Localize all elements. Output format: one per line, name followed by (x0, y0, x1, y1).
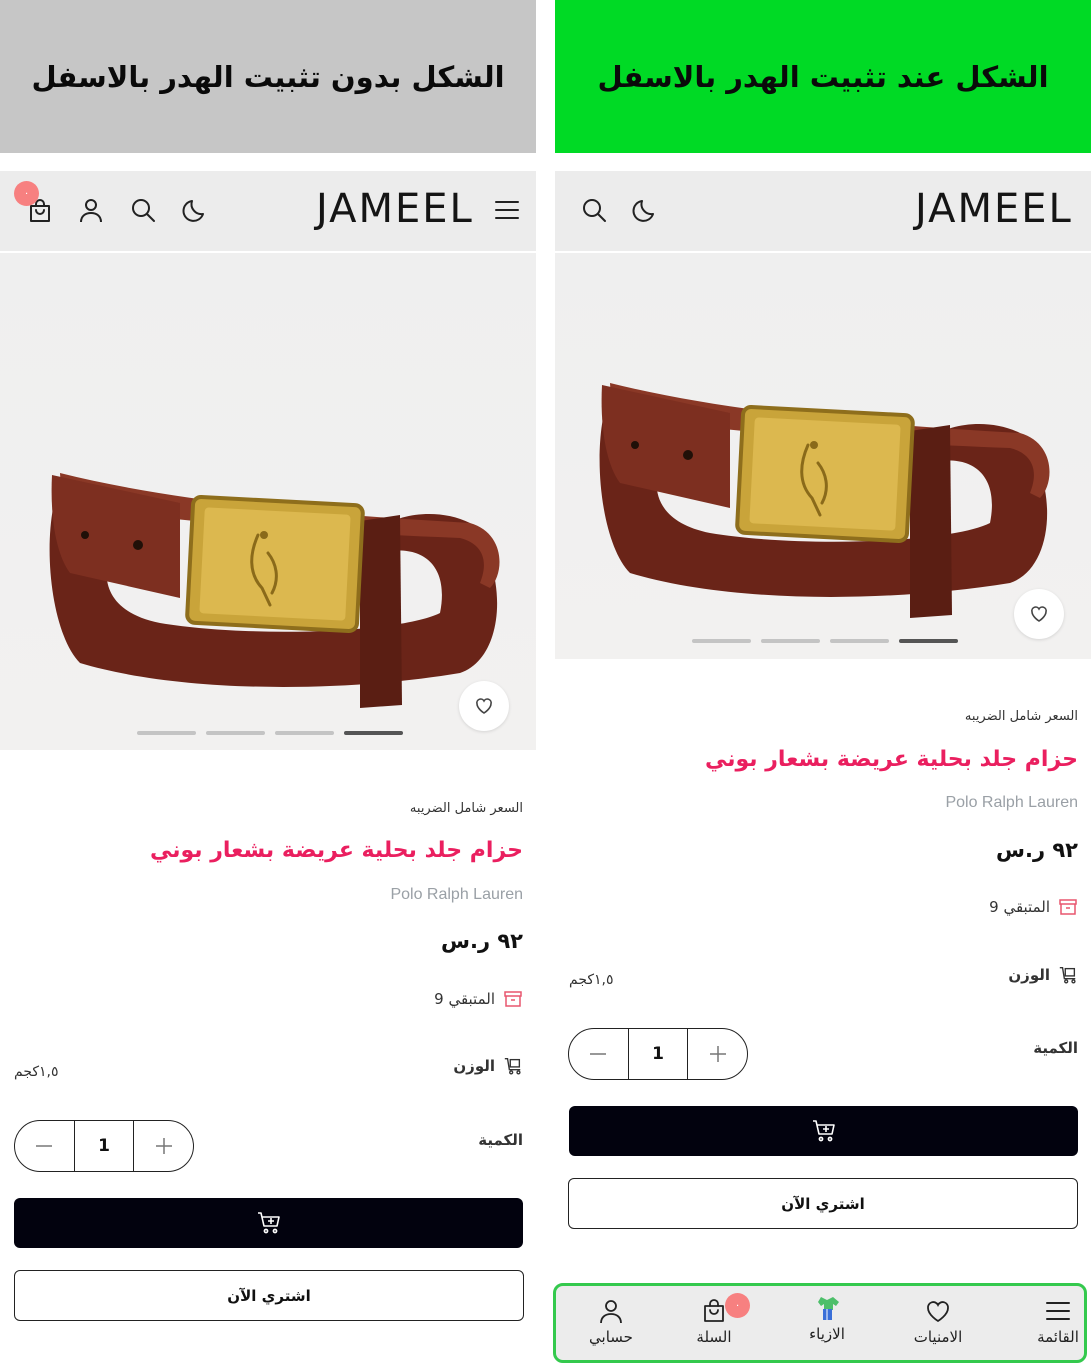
quantity-label: الكمية (478, 1131, 523, 1149)
weight-label: الوزن (453, 1057, 495, 1075)
product-page-right: JAMEEL السعر شامل الضريبه حزام جلد بحلية… (555, 171, 1091, 1364)
nav-item-wishlist[interactable]: الامنيات (893, 1286, 983, 1360)
increase-quantity-button[interactable] (688, 1029, 747, 1079)
banner-with-fixed-header: الشكل عند تثبيت الهدر بالاسفل (555, 0, 1091, 153)
dark-mode-moon-icon[interactable] (630, 195, 660, 225)
product-title: حزام جلد بحلية عريضة بشعار بوني (704, 747, 1078, 772)
gallery-pagination[interactable] (137, 731, 403, 735)
weight-value: ١,٥كجم (569, 972, 614, 988)
decrease-quantity-button[interactable] (15, 1121, 74, 1171)
weight-value: ١,٥كجم (14, 1064, 59, 1080)
stock-remaining: المتبقي 9 (434, 989, 523, 1009)
nav-cart-count-badge: ٠ (725, 1293, 750, 1318)
plus-icon (709, 1046, 726, 1062)
nav-label-account: حسابي (589, 1328, 633, 1346)
decrease-quantity-button[interactable] (569, 1029, 628, 1079)
search-icon[interactable] (128, 195, 158, 225)
box-archive-icon (1059, 899, 1077, 915)
belt-product-image (49, 473, 500, 708)
increase-quantity-button[interactable] (134, 1121, 193, 1171)
nav-item-fashion[interactable]: الازياء (782, 1286, 872, 1360)
hamburger-menu-icon[interactable] (492, 195, 522, 225)
gallery-dot[interactable] (692, 639, 751, 643)
gallery-dot[interactable] (830, 639, 889, 643)
quantity-value[interactable]: 1 (627, 1029, 689, 1079)
bottom-navigation-bar: حسابي السلة ٠ الازياء الامنيات القائمة (553, 1283, 1087, 1363)
nav-label-wishlist: الامنيات (913, 1328, 963, 1346)
menu-icon (1043, 1296, 1073, 1326)
tax-note: السعر شامل الضريبه (964, 709, 1078, 724)
add-to-cart-button[interactable] (14, 1198, 523, 1248)
product-gallery[interactable] (555, 253, 1091, 659)
heart-icon (923, 1296, 953, 1326)
quantity-stepper: 1 (14, 1120, 194, 1172)
gallery-dot[interactable] (137, 731, 196, 735)
minus-icon (590, 1053, 607, 1055)
gallery-dot[interactable] (761, 639, 820, 643)
nav-label-menu: القائمة (1037, 1328, 1079, 1346)
luggage-cart-icon (1059, 967, 1076, 984)
weight-row-label: الوزن (453, 1056, 523, 1076)
top-header: ٠ JAMEEL (0, 171, 536, 251)
buy-now-button[interactable]: اشتري الآن (14, 1270, 524, 1321)
gallery-dot-active[interactable] (344, 731, 403, 735)
banner-left-text: الشكل بدون تثبيت الهدر بالاسفل (31, 59, 505, 94)
product-brand[interactable]: Polo Ralph Lauren (390, 886, 523, 904)
banner-right-text: الشكل عند تثبيت الهدر بالاسفل (597, 59, 1049, 94)
product-page-left: ٠ JAMEEL السعر شامل الضريبه حزام جلد بحل… (0, 171, 536, 1364)
product-price: ٩٢ ر.س (996, 838, 1078, 862)
nav-item-account[interactable]: حسابي (566, 1286, 656, 1360)
heart-icon (1031, 606, 1047, 622)
add-to-cart-button[interactable] (569, 1106, 1078, 1156)
belt-product-image (599, 383, 1050, 618)
gallery-dot[interactable] (275, 731, 334, 735)
user-icon (596, 1296, 626, 1326)
product-gallery[interactable] (0, 253, 536, 750)
user-icon[interactable] (76, 195, 106, 225)
stock-remaining-text: المتبقي 9 (434, 990, 495, 1008)
shopping-cart-icon (812, 1120, 835, 1142)
quantity-stepper: 1 (568, 1028, 748, 1080)
banner-without-fixed-header: الشكل بدون تثبيت الهدر بالاسفل (0, 0, 536, 153)
product-brand[interactable]: Polo Ralph Lauren (945, 794, 1078, 812)
wishlist-heart-button[interactable] (459, 681, 509, 731)
clothes-icon (812, 1293, 842, 1323)
nav-item-menu[interactable]: القائمة (1013, 1286, 1091, 1360)
cart-count-badge: ٠ (14, 181, 39, 206)
buy-now-button[interactable]: اشتري الآن (568, 1178, 1078, 1229)
brand-logo[interactable]: JAMEEL (316, 185, 474, 233)
stock-remaining-text: المتبقي 9 (989, 898, 1050, 916)
quantity-label: الكمية (1033, 1039, 1078, 1057)
top-header: JAMEEL (555, 171, 1091, 251)
minus-icon (36, 1145, 53, 1147)
heart-icon (476, 698, 492, 714)
search-icon[interactable] (579, 195, 609, 225)
luggage-cart-icon (504, 1058, 521, 1075)
quantity-value[interactable]: 1 (73, 1121, 135, 1171)
tax-note: السعر شامل الضريبه (409, 801, 523, 816)
gallery-pagination[interactable] (692, 639, 958, 643)
brand-logo[interactable]: JAMEEL (915, 185, 1073, 233)
weight-label: الوزن (1008, 966, 1050, 984)
wishlist-heart-button[interactable] (1014, 589, 1064, 639)
product-title: حزام جلد بحلية عريضة بشعار بوني (149, 838, 523, 863)
nav-label-cart: السلة (696, 1328, 732, 1346)
plus-icon (155, 1138, 172, 1154)
dark-mode-moon-icon[interactable] (180, 195, 210, 225)
box-archive-icon (504, 991, 522, 1007)
product-price: ٩٢ ر.س (441, 929, 523, 953)
shopping-cart-icon (257, 1212, 280, 1234)
gallery-dot-active[interactable] (899, 639, 958, 643)
cart-bag-icon (699, 1296, 729, 1326)
stock-remaining: المتبقي 9 (989, 897, 1078, 917)
nav-label-fashion: الازياء (809, 1325, 845, 1343)
weight-row-label: الوزن (1008, 965, 1078, 985)
gallery-dot[interactable] (206, 731, 265, 735)
